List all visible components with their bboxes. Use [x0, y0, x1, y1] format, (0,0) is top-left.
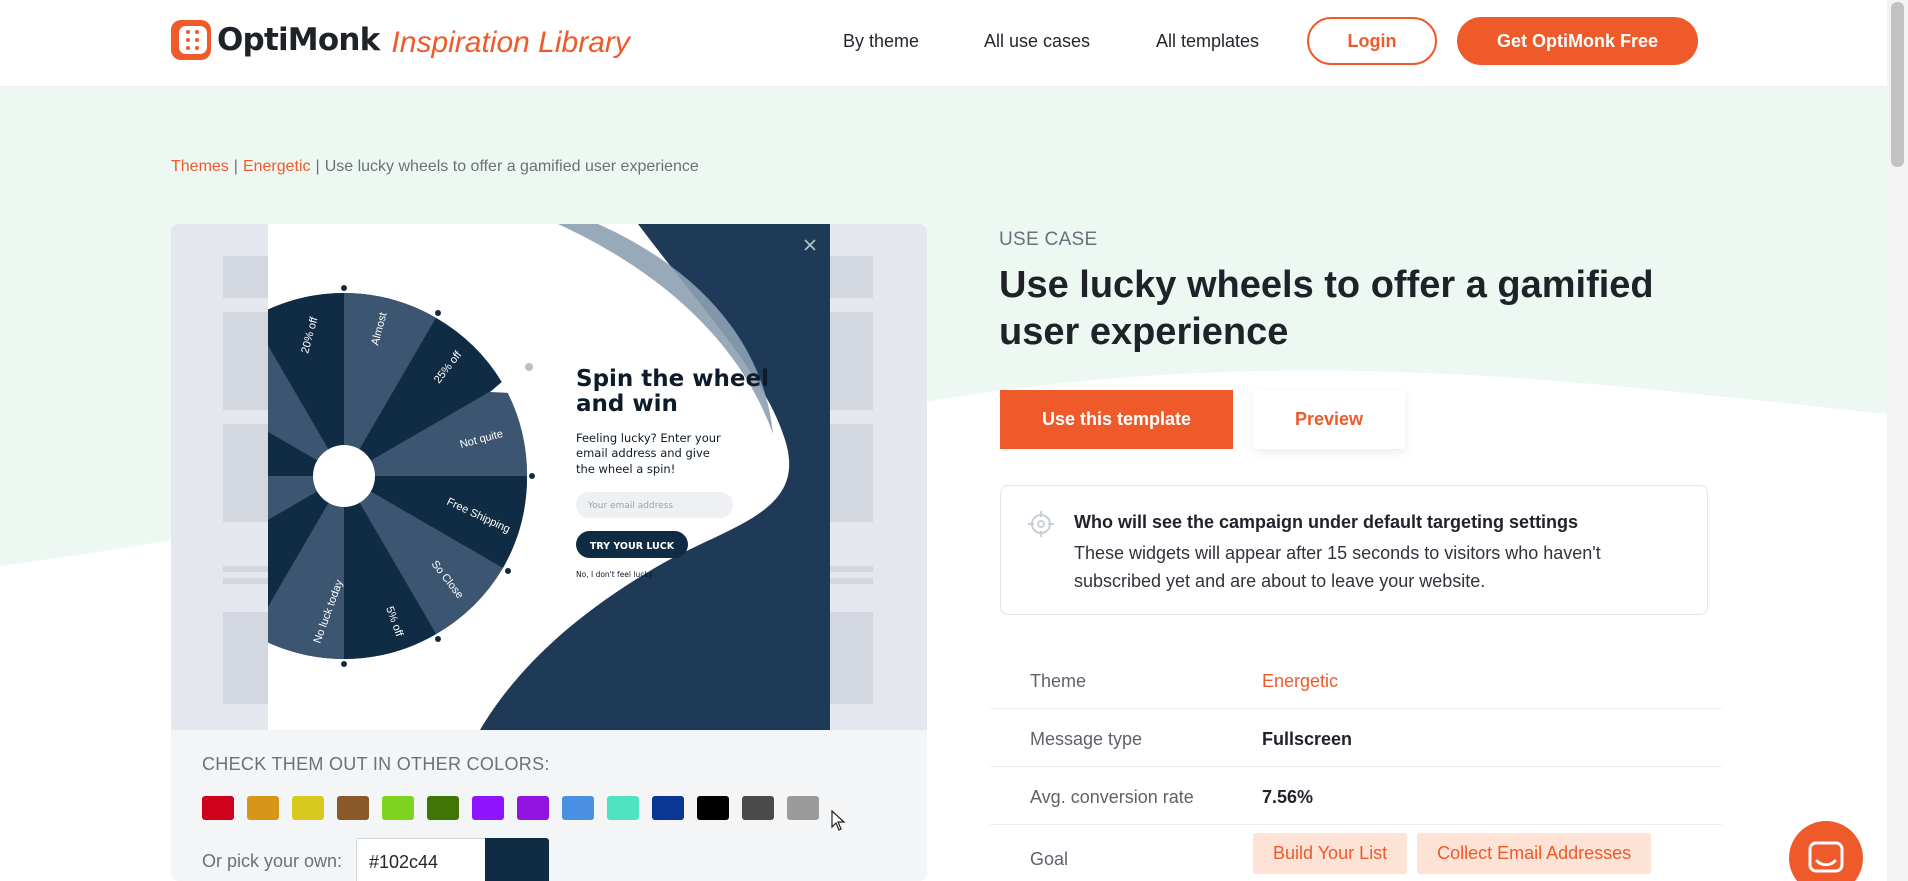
page-scrollbar[interactable]: [1887, 0, 1908, 881]
preview-button[interactable]: Preview: [1253, 390, 1405, 449]
logo-subtitle: Inspiration Library: [391, 26, 630, 59]
breadcrumb-separator: |: [233, 158, 238, 175]
breadcrumb: Themes | Energetic | Use lucky wheels to off…: [171, 158, 699, 176]
color-swatch[interactable]: [652, 796, 684, 820]
popup-preview: 20% off Almost 25% off Not quite Free Sh…: [268, 224, 830, 730]
nav-all-use-cases[interactable]: All use cases: [984, 31, 1090, 52]
color-swatch[interactable]: [292, 796, 324, 820]
pick-color-label: Or pick your own:: [202, 851, 343, 871]
chat-icon: [1808, 841, 1844, 873]
popup-graphic: 20% off Almost 25% off Not quite Free Sh…: [268, 224, 830, 730]
nav-by-theme[interactable]: By theme: [843, 31, 919, 52]
scrollbar-thumb[interactable]: [1891, 2, 1904, 167]
preview-stage[interactable]: 20% off Almost 25% off Not quite Free Sh…: [171, 224, 927, 730]
info-value: Fullscreen: [1262, 729, 1353, 749]
color-swatch[interactable]: [247, 796, 279, 820]
goal-tags: Build Your List Collect Email Addresses: [1253, 833, 1652, 874]
hex-color-input[interactable]: #102c44: [356, 838, 486, 881]
color-swatch[interactable]: [382, 796, 414, 820]
logo-text: OptiMonk: [217, 22, 380, 58]
info-value: 7.56%: [1262, 787, 1314, 807]
color-swatch[interactable]: [337, 796, 369, 820]
popup-email-placeholder: Your email address: [587, 501, 673, 511]
popup-body: email address and give: [576, 446, 710, 460]
optimonk-logo-icon: [171, 20, 211, 60]
color-swatch[interactable]: [607, 796, 639, 820]
color-swatch[interactable]: [202, 796, 234, 820]
popup-decline-link[interactable]: No, I don't feel lucky: [576, 570, 653, 579]
targeting-info-box: Who will see the campaign under default …: [1000, 485, 1708, 615]
color-picker-swatch[interactable]: [485, 838, 549, 881]
use-case-eyebrow: USE CASE: [999, 229, 1098, 250]
colors-title: CHECK THEM OUT IN OTHER COLORS:: [202, 754, 550, 774]
popup-try-luck-label: TRY YOUR LUCK: [590, 541, 675, 552]
info-row-theme: Theme Energetic: [990, 651, 1722, 709]
color-swatch[interactable]: [472, 796, 504, 820]
login-button[interactable]: Login: [1307, 17, 1437, 65]
popup-headline: and win: [576, 391, 678, 417]
target-crosshair-icon: [1028, 511, 1054, 537]
goal-tag-collect-emails[interactable]: Collect Email Addresses: [1417, 833, 1652, 874]
breadcrumb-separator: |: [315, 158, 320, 175]
chat-widget-button[interactable]: [1789, 821, 1863, 881]
color-swatch[interactable]: [562, 796, 594, 820]
color-swatch[interactable]: [517, 796, 549, 820]
color-swatches: [202, 796, 819, 820]
color-swatch[interactable]: [427, 796, 459, 820]
template-info-table: Theme Energetic Message type Fullscreen …: [990, 651, 1722, 881]
mouse-cursor-icon: [831, 810, 846, 831]
info-label: Goal: [1030, 849, 1069, 869]
logo[interactable]: OptiMonk Inspiration Library: [171, 20, 630, 60]
template-preview-panel: 20% off Almost 25% off Not quite Free Sh…: [171, 224, 927, 881]
popup-body: the wheel a spin!: [576, 462, 675, 476]
info-label: Theme: [1030, 671, 1087, 691]
site-header: OptiMonk Inspiration Library By theme Al…: [0, 0, 1887, 86]
popup-headline: Spin the wheel: [576, 366, 769, 392]
nav-all-templates[interactable]: All templates: [1156, 31, 1259, 52]
info-label: Message type: [1030, 729, 1143, 749]
color-swatch[interactable]: [787, 796, 819, 820]
info-row-conversion-rate: Avg. conversion rate 7.56%: [990, 767, 1722, 825]
breadcrumb-energetic[interactable]: Energetic: [243, 158, 311, 175]
page-title: Use lucky wheels to offer a gamified use…: [999, 264, 1654, 353]
color-swatch[interactable]: [742, 796, 774, 820]
breadcrumb-themes[interactable]: Themes: [171, 158, 229, 175]
color-swatch[interactable]: [697, 796, 729, 820]
targeting-text: These widgets will appear after 15 secon…: [1074, 543, 1601, 591]
get-optimonk-free-button[interactable]: Get OptiMonk Free: [1457, 17, 1698, 65]
goal-tag-build-list[interactable]: Build Your List: [1253, 833, 1408, 874]
theme-link[interactable]: Energetic: [1262, 671, 1338, 692]
targeting-title: Who will see the campaign under default …: [1074, 512, 1579, 532]
breadcrumb-current: Use lucky wheels to offer a gamified use…: [324, 158, 699, 175]
info-row-message-type: Message type Fullscreen: [990, 709, 1722, 767]
info-label: Avg. conversion rate: [1030, 787, 1194, 807]
use-template-button[interactable]: Use this template: [1000, 390, 1233, 449]
popup-body: Feeling lucky? Enter your: [576, 431, 721, 445]
